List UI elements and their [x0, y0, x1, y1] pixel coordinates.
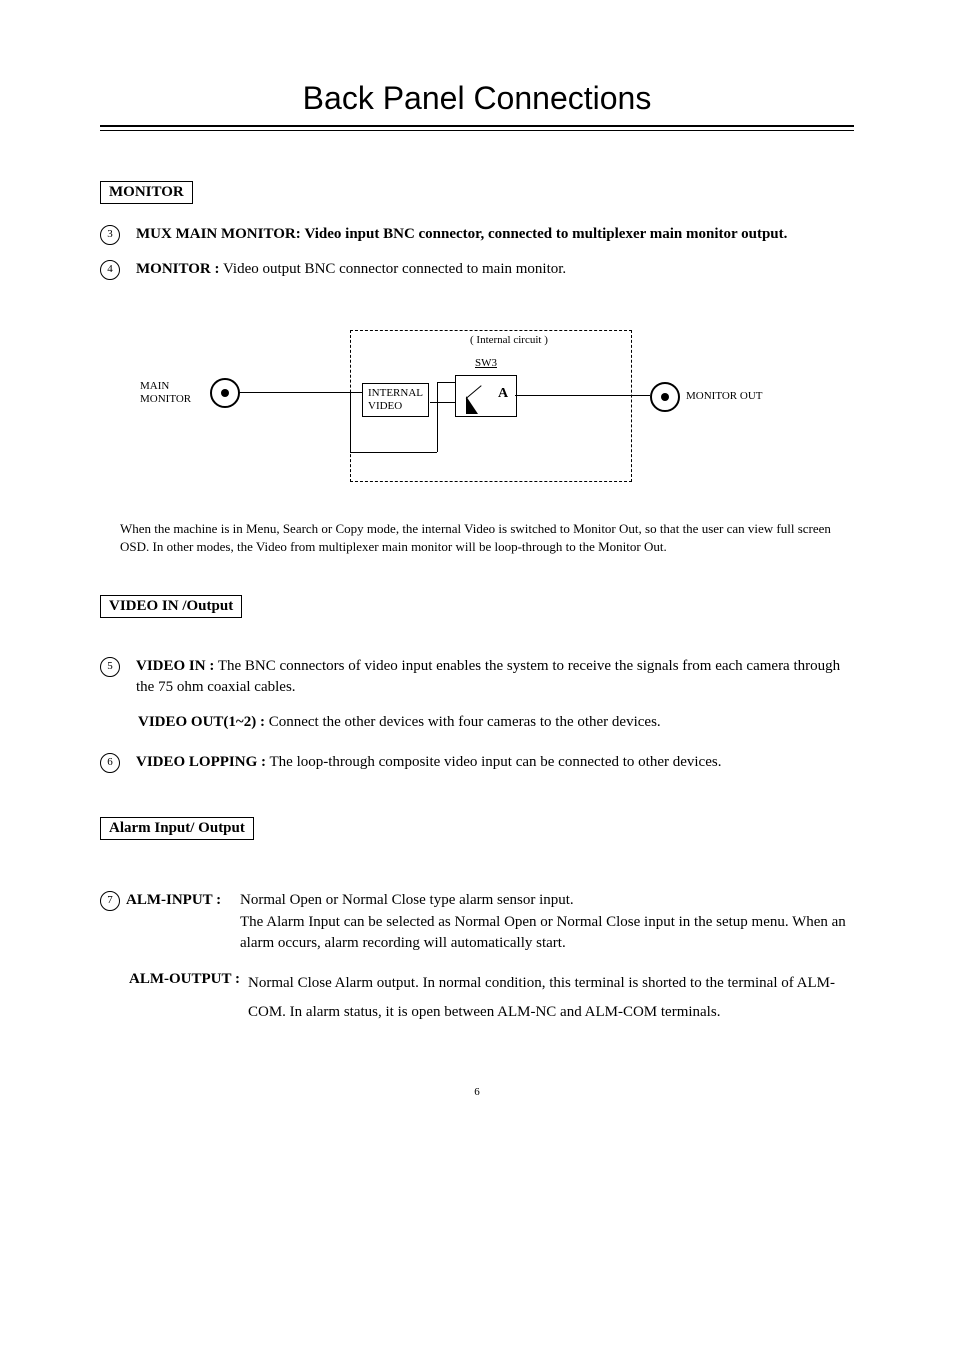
item-6-label: VIDEO LOPPING :: [136, 754, 266, 770]
item-5-row: 5 VIDEO IN : The BNC connectors of video…: [100, 656, 854, 698]
page: Back Panel Connections MONITOR 3 MUX MAI…: [0, 0, 954, 1158]
diagram-main-l1: MAIN: [140, 380, 169, 392]
diagram-wire: [430, 402, 455, 403]
diagram-label-internal-circuit: ( Internal circuit ): [470, 334, 548, 347]
diagram-wire: [350, 452, 437, 453]
item-3-label: MUX MAIN MONITOR:: [136, 226, 301, 242]
title-rule-thin: [100, 130, 854, 131]
item-7-number: 7: [100, 891, 120, 911]
page-title: Back Panel Connections: [100, 80, 854, 117]
video-out-desc: Connect the other devices with four came…: [269, 714, 661, 730]
item-4-row: 4 MONITOR : Video output BNC connector c…: [100, 259, 854, 280]
item-3-row: 3 MUX MAIN MONITOR: Video input BNC conn…: [100, 224, 854, 245]
diagram-wire: [437, 382, 438, 452]
item-3-number: 3: [100, 225, 120, 245]
bnc-monitor-out: [650, 382, 680, 412]
diagram-internal-video-box: INTERNAL VIDEO: [362, 383, 429, 417]
diagram-wire: [515, 395, 650, 396]
diagram-iv-l2: VIDEO: [368, 400, 402, 412]
bnc-main-monitor: [210, 378, 240, 408]
item-4-number: 4: [100, 260, 120, 280]
diagram-wire: [437, 382, 455, 383]
item-5-desc: The BNC connectors of video input enable…: [136, 658, 840, 695]
item-3-desc: Video input BNC connector, connected to …: [304, 226, 787, 242]
bnc-dot: [661, 393, 669, 401]
diagram-wire: [350, 392, 362, 393]
alm-input-row: 7 ALM-INPUT : Normal Open or Normal Clos…: [100, 890, 854, 955]
diagram-iv-l1: INTERNAL: [368, 387, 423, 399]
section-heading-alarm: Alarm Input/ Output: [100, 817, 254, 840]
item-5-text: VIDEO IN : The BNC connectors of video i…: [136, 656, 854, 698]
diagram-label-sw3: SW3: [475, 357, 497, 370]
diagram-switch-arrow: [466, 396, 478, 414]
alm-input-desc: Normal Open or Normal Close type alarm s…: [240, 890, 854, 955]
section-heading-monitor: MONITOR: [100, 181, 193, 204]
diagram-wire: [238, 392, 350, 393]
item-6-desc: The loop-through composite video input c…: [270, 754, 722, 770]
diagram-wire: [350, 392, 351, 452]
item-6-number: 6: [100, 753, 120, 773]
video-out-row: VIDEO OUT(1~2) : Connect the other devic…: [138, 712, 854, 734]
alm-input-label: ALM-INPUT :: [126, 890, 221, 912]
item-4-text: MONITOR : Video output BNC connector con…: [136, 259, 566, 280]
diagram-label-a: A: [498, 386, 508, 403]
diagram-label-main-monitor: MAIN MONITOR: [140, 380, 191, 406]
item-6-text: VIDEO LOPPING : The loop-through composi…: [136, 752, 721, 773]
video-out-label: VIDEO OUT(1~2) :: [138, 714, 265, 730]
monitor-note: When the machine is in Menu, Search or C…: [120, 520, 854, 555]
section-heading-video: VIDEO IN /Output: [100, 595, 242, 618]
alm-output-row: ALM-OUTPUT : Normal Close Alarm output. …: [100, 969, 854, 1026]
page-number: 6: [100, 1086, 854, 1098]
item-6-row: 6 VIDEO LOPPING : The loop-through compo…: [100, 752, 854, 773]
item-5-number: 5: [100, 657, 120, 677]
alm-output-label: ALM-OUTPUT :: [100, 969, 248, 991]
diagram-main-l2: MONITOR: [140, 393, 191, 405]
item-3-text: MUX MAIN MONITOR: Video input BNC connec…: [136, 224, 787, 245]
item-5-label: VIDEO IN :: [136, 658, 214, 674]
diagram-label-monitor-out: MONITOR OUT: [686, 390, 763, 403]
item-4-label: MONITOR :: [136, 261, 219, 277]
title-rule-thick: [100, 125, 854, 127]
monitor-diagram: MAIN MONITOR ( Internal circuit ) SW3 IN…: [140, 320, 820, 490]
bnc-dot: [221, 389, 229, 397]
item-4-desc: Video output BNC connector connected to …: [223, 261, 566, 277]
alm-output-desc: Normal Close Alarm output. In normal con…: [248, 969, 854, 1026]
